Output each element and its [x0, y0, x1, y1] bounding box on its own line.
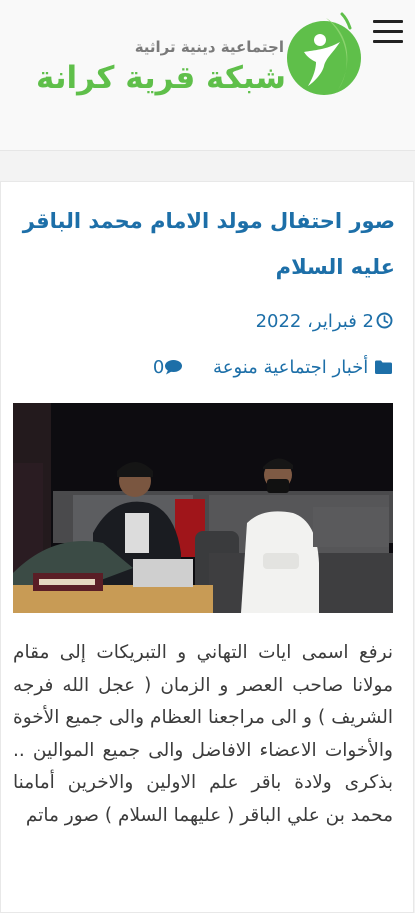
site-logo[interactable]: اجتماعية دينية تراثية شبكة قرية كرانة	[36, 8, 366, 108]
post-featured-image[interactable]	[13, 403, 393, 613]
post-title[interactable]: صور احتفال مولد الامام محمد الباقر عليه …	[15, 198, 395, 290]
post-card: صور احتفال مولد الامام محمد الباقر عليه …	[0, 181, 414, 913]
menu-button[interactable]	[373, 18, 403, 46]
site-header: اجتماعية دينية تراثية شبكة قرية كرانة	[0, 0, 415, 151]
comments-link[interactable]: 0	[153, 357, 183, 378]
event-photo	[13, 403, 393, 613]
logo-emblem-icon	[287, 12, 361, 95]
post-meta: أخبار اجتماعية منوعة 0	[15, 354, 393, 382]
comments-icon	[165, 360, 183, 375]
post-date-text: 2 فبراير، 2022	[255, 311, 374, 332]
logo-tagline: اجتماعية دينية تراثية	[134, 38, 284, 56]
hamburger-icon	[373, 20, 403, 23]
post-excerpt: نرفع اسمى ايات التهاني و التبريكات إلى م…	[13, 642, 393, 826]
comments-count: 0	[152, 357, 165, 378]
logo-site-name: شبكة قرية كرانة	[36, 60, 286, 96]
folder-icon	[375, 360, 392, 374]
clock-icon	[376, 312, 393, 329]
post-date[interactable]: 2 فبراير، 2022	[15, 308, 393, 336]
post-category-link[interactable]: أخبار اجتماعية منوعة	[213, 357, 368, 378]
